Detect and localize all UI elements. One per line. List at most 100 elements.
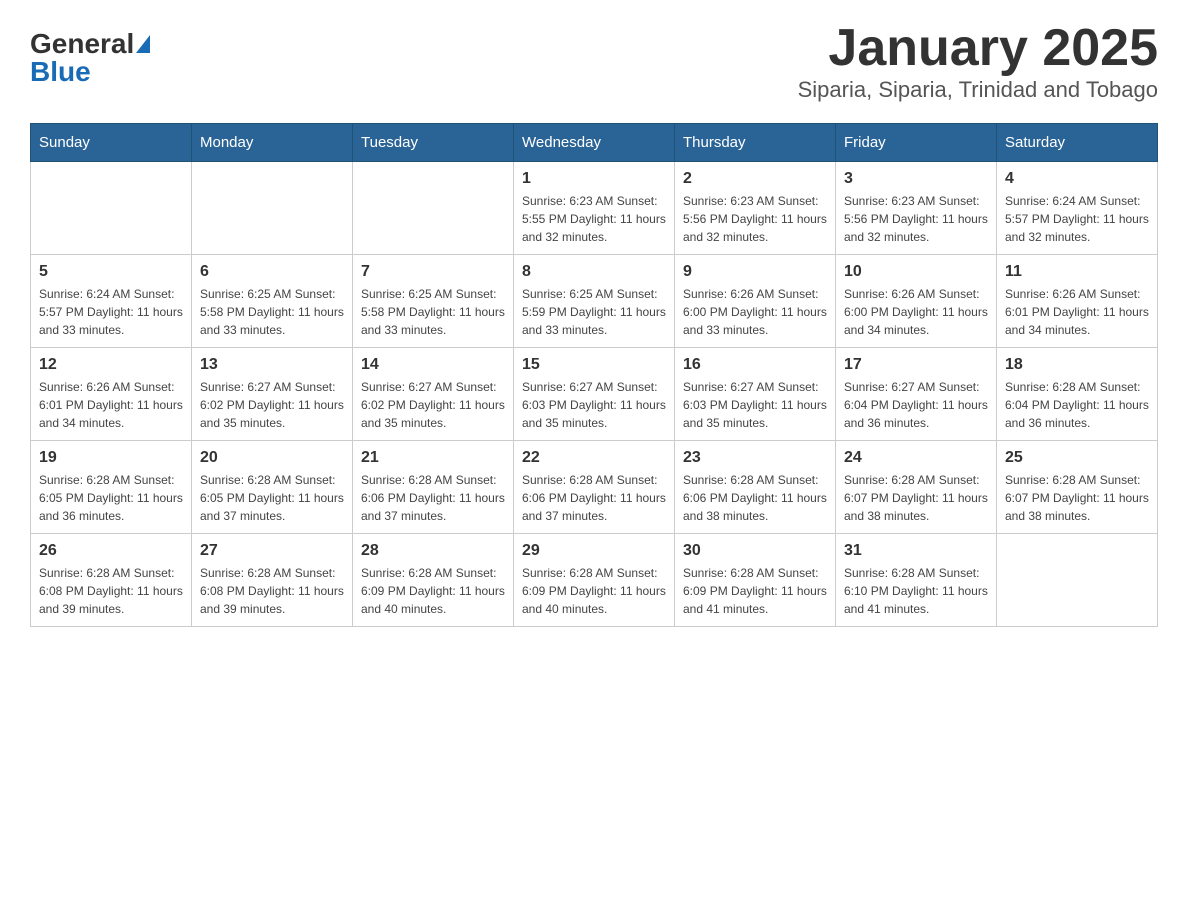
calendar-week-row: 19 Sunrise: 6:28 AM Sunset: 6:05 PM Dayli… xyxy=(31,441,1158,534)
day-number: 27 xyxy=(200,542,344,560)
calendar-table: SundayMondayTuesdayWednesdayThursdayFrid… xyxy=(30,123,1158,627)
page-subtitle: Siparia, Siparia, Trinidad and Tobago xyxy=(798,77,1158,103)
calendar-cell: 12 Sunrise: 6:26 AM Sunset: 6:01 PM Dayli… xyxy=(31,348,192,441)
calendar-day-header: Saturday xyxy=(997,124,1158,162)
day-number: 23 xyxy=(683,449,827,467)
day-info: Sunrise: 6:28 AM Sunset: 6:06 PM Dayligh… xyxy=(361,471,505,525)
calendar-cell: 8 Sunrise: 6:25 AM Sunset: 5:59 PM Daylig… xyxy=(514,255,675,348)
day-number: 9 xyxy=(683,263,827,281)
day-info: Sunrise: 6:27 AM Sunset: 6:02 PM Dayligh… xyxy=(361,378,505,432)
day-number: 31 xyxy=(844,542,988,560)
calendar-header-row: SundayMondayTuesdayWednesdayThursdayFrid… xyxy=(31,124,1158,162)
day-number: 16 xyxy=(683,356,827,374)
day-number: 12 xyxy=(39,356,183,374)
day-info: Sunrise: 6:23 AM Sunset: 5:56 PM Dayligh… xyxy=(683,192,827,246)
calendar-cell: 27 Sunrise: 6:28 AM Sunset: 6:08 PM Dayli… xyxy=(192,534,353,627)
calendar-day-header: Monday xyxy=(192,124,353,162)
day-info: Sunrise: 6:28 AM Sunset: 6:08 PM Dayligh… xyxy=(200,564,344,618)
calendar-day-header: Tuesday xyxy=(353,124,514,162)
calendar-cell: 7 Sunrise: 6:25 AM Sunset: 5:58 PM Daylig… xyxy=(353,255,514,348)
calendar-day-header: Wednesday xyxy=(514,124,675,162)
calendar-cell: 23 Sunrise: 6:28 AM Sunset: 6:06 PM Dayli… xyxy=(675,441,836,534)
calendar-cell: 11 Sunrise: 6:26 AM Sunset: 6:01 PM Dayli… xyxy=(997,255,1158,348)
day-number: 6 xyxy=(200,263,344,281)
calendar-cell: 31Sunrise: 6:28 AM Sunset: 6:10 PM Dayli… xyxy=(836,534,997,627)
day-number: 11 xyxy=(1005,263,1149,281)
day-number: 14 xyxy=(361,356,505,374)
day-info: Sunrise: 6:28 AM Sunset: 6:05 PM Dayligh… xyxy=(39,471,183,525)
day-info: Sunrise: 6:28 AM Sunset: 6:09 PM Dayligh… xyxy=(522,564,666,618)
day-number: 24 xyxy=(844,449,988,467)
day-info: Sunrise: 6:27 AM Sunset: 6:02 PM Dayligh… xyxy=(200,378,344,432)
calendar-cell: 1 Sunrise: 6:23 AM Sunset: 5:55 PM Daylig… xyxy=(514,162,675,255)
day-info: Sunrise: 6:28 AM Sunset: 6:07 PM Dayligh… xyxy=(1005,471,1149,525)
day-info: Sunrise: 6:23 AM Sunset: 5:56 PM Dayligh… xyxy=(844,192,988,246)
day-number: 2 xyxy=(683,170,827,188)
day-info: Sunrise: 6:24 AM Sunset: 5:57 PM Dayligh… xyxy=(1005,192,1149,246)
day-number: 3 xyxy=(844,170,988,188)
page-header: General Blue January 2025 Siparia, Sipar… xyxy=(30,20,1158,103)
day-number: 1 xyxy=(522,170,666,188)
day-info: Sunrise: 6:25 AM Sunset: 5:58 PM Dayligh… xyxy=(200,285,344,339)
day-number: 15 xyxy=(522,356,666,374)
day-number: 10 xyxy=(844,263,988,281)
day-info: Sunrise: 6:27 AM Sunset: 6:03 PM Dayligh… xyxy=(683,378,827,432)
calendar-cell: 22 Sunrise: 6:28 AM Sunset: 6:06 PM Dayli… xyxy=(514,441,675,534)
day-number: 21 xyxy=(361,449,505,467)
calendar-cell: 21 Sunrise: 6:28 AM Sunset: 6:06 PM Dayli… xyxy=(353,441,514,534)
calendar-cell: 24Sunrise: 6:28 AM Sunset: 6:07 PM Dayli… xyxy=(836,441,997,534)
day-info: Sunrise: 6:25 AM Sunset: 5:59 PM Dayligh… xyxy=(522,285,666,339)
title-section: January 2025 Siparia, Siparia, Trinidad … xyxy=(798,20,1158,103)
calendar-cell: 26 Sunrise: 6:28 AM Sunset: 6:08 PM Dayli… xyxy=(31,534,192,627)
calendar-week-row: 5Sunrise: 6:24 AM Sunset: 5:57 PM Daylig… xyxy=(31,255,1158,348)
day-info: Sunrise: 6:28 AM Sunset: 6:04 PM Dayligh… xyxy=(1005,378,1149,432)
logo: General Blue xyxy=(30,30,150,86)
day-info: Sunrise: 6:28 AM Sunset: 6:08 PM Dayligh… xyxy=(39,564,183,618)
day-number: 13 xyxy=(200,356,344,374)
day-info: Sunrise: 6:27 AM Sunset: 6:03 PM Dayligh… xyxy=(522,378,666,432)
calendar-cell: 29 Sunrise: 6:28 AM Sunset: 6:09 PM Dayli… xyxy=(514,534,675,627)
calendar-cell: 28Sunrise: 6:28 AM Sunset: 6:09 PM Dayli… xyxy=(353,534,514,627)
day-number: 22 xyxy=(522,449,666,467)
day-info: Sunrise: 6:26 AM Sunset: 6:00 PM Dayligh… xyxy=(683,285,827,339)
day-number: 29 xyxy=(522,542,666,560)
calendar-cell xyxy=(31,162,192,255)
calendar-cell: 6 Sunrise: 6:25 AM Sunset: 5:58 PM Daylig… xyxy=(192,255,353,348)
logo-blue-text: Blue xyxy=(30,58,91,86)
day-number: 25 xyxy=(1005,449,1149,467)
day-info: Sunrise: 6:28 AM Sunset: 6:06 PM Dayligh… xyxy=(522,471,666,525)
day-info: Sunrise: 6:28 AM Sunset: 6:09 PM Dayligh… xyxy=(361,564,505,618)
day-number: 26 xyxy=(39,542,183,560)
calendar-cell xyxy=(192,162,353,255)
day-number: 18 xyxy=(1005,356,1149,374)
day-info: Sunrise: 6:26 AM Sunset: 6:01 PM Dayligh… xyxy=(39,378,183,432)
day-info: Sunrise: 6:23 AM Sunset: 5:55 PM Dayligh… xyxy=(522,192,666,246)
calendar-cell: 18 Sunrise: 6:28 AM Sunset: 6:04 PM Dayli… xyxy=(997,348,1158,441)
day-number: 19 xyxy=(39,449,183,467)
calendar-day-header: Friday xyxy=(836,124,997,162)
calendar-cell: 2 Sunrise: 6:23 AM Sunset: 5:56 PM Daylig… xyxy=(675,162,836,255)
day-number: 8 xyxy=(522,263,666,281)
calendar-cell: 9 Sunrise: 6:26 AM Sunset: 6:00 PM Daylig… xyxy=(675,255,836,348)
day-info: Sunrise: 6:27 AM Sunset: 6:04 PM Dayligh… xyxy=(844,378,988,432)
calendar-cell xyxy=(997,534,1158,627)
calendar-cell xyxy=(353,162,514,255)
calendar-cell: 25 Sunrise: 6:28 AM Sunset: 6:07 PM Dayli… xyxy=(997,441,1158,534)
calendar-cell: 5Sunrise: 6:24 AM Sunset: 5:57 PM Daylig… xyxy=(31,255,192,348)
day-info: Sunrise: 6:28 AM Sunset: 6:09 PM Dayligh… xyxy=(683,564,827,618)
calendar-cell: 3 Sunrise: 6:23 AM Sunset: 5:56 PM Daylig… xyxy=(836,162,997,255)
calendar-cell: 16 Sunrise: 6:27 AM Sunset: 6:03 PM Dayli… xyxy=(675,348,836,441)
day-number: 30 xyxy=(683,542,827,560)
calendar-cell: 15 Sunrise: 6:27 AM Sunset: 6:03 PM Dayli… xyxy=(514,348,675,441)
day-info: Sunrise: 6:25 AM Sunset: 5:58 PM Dayligh… xyxy=(361,285,505,339)
calendar-cell: 4Sunrise: 6:24 AM Sunset: 5:57 PM Daylig… xyxy=(997,162,1158,255)
calendar-cell: 14 Sunrise: 6:27 AM Sunset: 6:02 PM Dayli… xyxy=(353,348,514,441)
calendar-cell: 17Sunrise: 6:27 AM Sunset: 6:04 PM Dayli… xyxy=(836,348,997,441)
day-info: Sunrise: 6:26 AM Sunset: 6:01 PM Dayligh… xyxy=(1005,285,1149,339)
day-info: Sunrise: 6:28 AM Sunset: 6:06 PM Dayligh… xyxy=(683,471,827,525)
day-info: Sunrise: 6:28 AM Sunset: 6:05 PM Dayligh… xyxy=(200,471,344,525)
day-number: 7 xyxy=(361,263,505,281)
calendar-week-row: 26 Sunrise: 6:28 AM Sunset: 6:08 PM Dayli… xyxy=(31,534,1158,627)
day-info: Sunrise: 6:24 AM Sunset: 5:57 PM Dayligh… xyxy=(39,285,183,339)
calendar-week-row: 1 Sunrise: 6:23 AM Sunset: 5:55 PM Daylig… xyxy=(31,162,1158,255)
